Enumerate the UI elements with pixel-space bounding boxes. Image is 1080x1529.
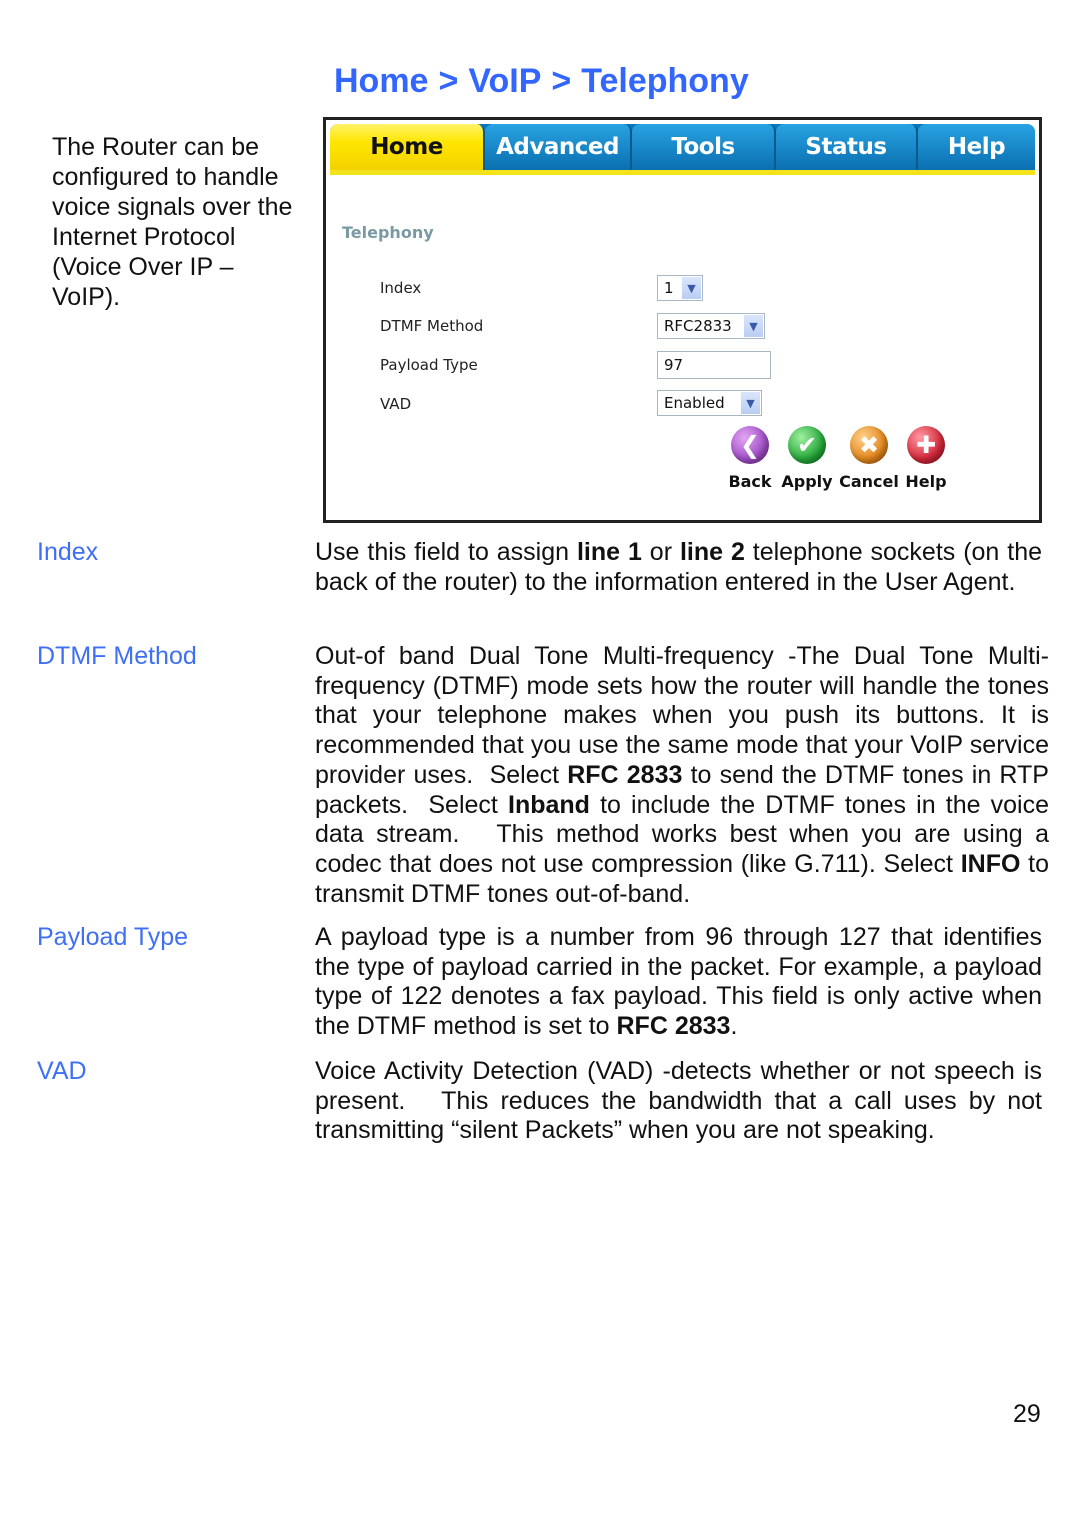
body-text: Voice Activity Detection (VAD) -detects … [315,1057,1042,1145]
dtmf-method-select[interactable]: RFC2833 ▼ [657,313,765,339]
term-vad: VAD [37,1057,87,1085]
desc-dtmf-method: Out-of band Dual Tone Multi-frequency -T… [315,642,1049,909]
x-icon: ✖ [850,426,888,464]
tab-home[interactable]: Home [330,124,485,170]
help-label: Help [905,472,947,491]
chevron-down-icon: ▼ [741,392,760,414]
back-arrow-icon: ❮ [731,426,769,464]
tab-status[interactable]: Status [776,124,918,170]
tab-help[interactable]: Help [918,124,1035,170]
intro-text: The Router can be configured to handle v… [52,133,293,311]
term-dtmf-method: DTMF Method [37,642,197,670]
cancel-label: Cancel [839,472,899,491]
cancel-button[interactable]: ✖ Cancel [838,426,900,491]
breadcrumb-separator: > [551,62,572,100]
emphasis-text: line 2 [679,538,745,566]
breadcrumb-voip: VoIP [468,62,542,100]
breadcrumb-separator: > [438,62,459,100]
field-label-index: Index [380,279,422,297]
back-button[interactable]: ❮ Back [724,426,776,491]
index-select[interactable]: 1 ▼ [657,275,703,301]
section-title: Telephony [342,223,434,242]
emphasis-text: RFC 2833 [616,1012,731,1041]
back-label: Back [728,472,772,491]
apply-label: Apply [781,472,833,491]
plus-icon: ✚ [907,426,945,464]
term-index: Index [37,538,99,566]
help-button[interactable]: ✚ Help [904,426,948,491]
desc-payload-type: A payload type is a number from 96 throu… [315,923,1042,1042]
index-value: 1 [664,279,674,297]
breadcrumb: Home > VoIP > Telephony [334,62,749,101]
emphasis-text: RFC 2833 [567,760,683,789]
body-text: Use this field to assign [315,538,577,566]
body-text: . [730,1012,738,1041]
chevron-down-icon: ▼ [682,277,701,299]
payload-type-input[interactable]: 97 [657,351,771,379]
field-label-vad: VAD [380,395,412,413]
desc-index: Use this field to assign line 1 or line … [315,538,1042,597]
breadcrumb-home: Home [334,62,429,100]
chevron-down-icon: ▼ [744,315,763,337]
emphasis-text: INFO [960,849,1021,878]
breadcrumb-telephony: Telephony [581,62,749,100]
dtmf-method-value: RFC2833 [664,317,732,335]
action-buttons: ❮ Back ✔ Apply ✖ Cancel ✚ Help [724,426,952,491]
page-number: 29 [1013,1400,1041,1428]
apply-button[interactable]: ✔ Apply [780,426,834,491]
tab-tools[interactable]: Tools [632,124,776,170]
body-text: or [641,538,680,566]
term-payload-type: Payload Type [37,923,189,951]
tab-advanced[interactable]: Advanced [485,124,632,170]
desc-vad: Voice Activity Detection (VAD) -detects … [315,1057,1042,1146]
checkmark-icon: ✔ [788,426,826,464]
emphasis-text: line 1 [576,538,642,566]
emphasis-text: Inband [508,790,590,819]
field-label-dtmf-method: DTMF Method [380,317,484,335]
tab-bar: Home Advanced Tools Status Help [330,124,1035,175]
router-screenshot: Home Advanced Tools Status Help Telephon… [323,117,1042,523]
field-label-payload-type: Payload Type [380,356,478,374]
payload-type-value: 97 [664,356,684,374]
vad-select[interactable]: Enabled ▼ [657,390,762,416]
vad-value: Enabled [664,394,725,412]
